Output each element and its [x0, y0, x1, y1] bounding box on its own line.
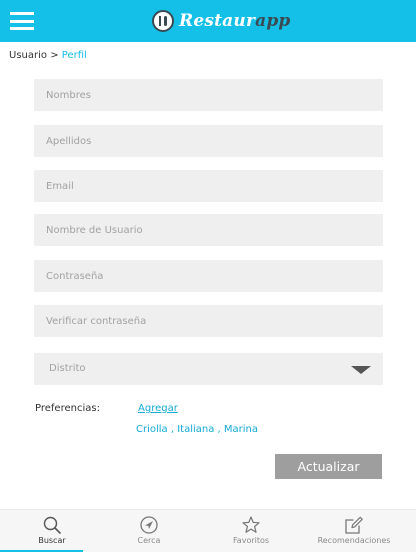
preferences-label: Preferencias: [35, 403, 100, 414]
breadcrumb-current: Perfil [61, 50, 87, 61]
breadcrumb-separator: > [50, 50, 59, 61]
add-preference-link[interactable]: Agregar [138, 403, 178, 414]
star-icon [242, 516, 260, 533]
search-icon [43, 516, 61, 534]
tab-cerca[interactable]: Cerca [97, 510, 201, 552]
edit-icon [345, 516, 363, 534]
email-field[interactable] [34, 170, 383, 202]
menu-icon[interactable] [10, 12, 34, 30]
update-button[interactable]: Actualizar [275, 454, 382, 479]
tab-buscar-label: Buscar [38, 536, 66, 545]
navigation-icon [140, 516, 158, 534]
verify-password-field[interactable] [34, 305, 383, 337]
tab-favoritos-label: Favoritos [232, 536, 270, 545]
bottom-tab-bar: Buscar Cerca Favoritos Recomendaciones [0, 509, 416, 552]
username-field[interactable] [34, 214, 383, 246]
chevron-down-icon [351, 366, 371, 374]
preferences-values: Criolla , Italiana , Marina [136, 424, 259, 435]
tab-cerca-label: Cerca [137, 536, 161, 545]
fork-knife-icon [152, 10, 174, 32]
breadcrumb-parent[interactable]: Usuario [9, 50, 47, 61]
distrito-select[interactable]: Distrito [34, 353, 383, 385]
tab-favoritos[interactable]: Favoritos [199, 510, 303, 552]
distrito-select-label: Distrito [49, 363, 86, 374]
top-bar: Restaurapp [0, 0, 416, 42]
tab-buscar[interactable]: Buscar [0, 510, 104, 552]
tab-recomendaciones-label: Recomendaciones [317, 536, 391, 545]
nombres-field[interactable] [34, 79, 383, 111]
password-field[interactable] [34, 260, 383, 292]
breadcrumb: Usuario > Perfil [9, 50, 87, 61]
apellidos-field[interactable] [34, 125, 383, 157]
tab-recomendaciones[interactable]: Recomendaciones [302, 510, 406, 552]
app-logo: Restaurapp [152, 7, 291, 35]
app-name: Restaurapp [179, 11, 291, 31]
profile-page: Restaurapp Usuario > Perfil Distrito Pre… [0, 0, 416, 552]
